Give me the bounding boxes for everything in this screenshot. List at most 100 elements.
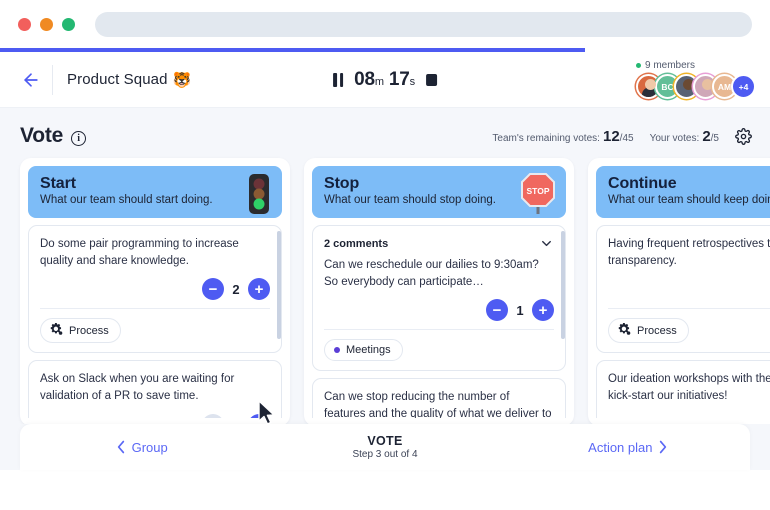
vote-controls: − + [608, 414, 770, 418]
vote-controls: − + [608, 278, 770, 300]
your-votes-value: 2 [702, 127, 711, 145]
minimize-window-icon[interactable] [40, 17, 53, 31]
column-title: Continue [608, 175, 677, 192]
traffic-light-icon [246, 172, 272, 221]
gears-glyph [618, 323, 631, 336]
current-step-title: VOTE [367, 434, 403, 448]
window-controls [18, 17, 75, 31]
project-title: Product Squad 🐯 [67, 71, 191, 89]
comments-header[interactable]: 2 comments [324, 236, 554, 251]
vote-meta: Team's remaining votes: 12/45 Your votes… [492, 128, 752, 145]
timer-seconds-unit: s [409, 75, 416, 88]
members-count-text: 9 members [645, 60, 696, 71]
next-step-button[interactable]: Action plan [507, 440, 750, 455]
decrease-vote-button[interactable]: − [202, 413, 224, 418]
tag-chip[interactable]: Process [40, 318, 121, 344]
tag-chip[interactable]: Process [608, 318, 689, 344]
decrease-vote-button[interactable]: − [202, 278, 224, 301]
stop-sign-glyph: STOP [521, 173, 555, 214]
vote-columns: Start What our team should start doing. [0, 158, 770, 426]
page-title: Vote [20, 124, 64, 147]
vote-count: 2 [232, 281, 240, 297]
pause-icon[interactable] [333, 72, 344, 87]
vote-card-text: Having frequent retrospectives to foster… [608, 238, 770, 267]
vote-card-text: Can we stop reducing the number of featu… [324, 391, 552, 418]
decrease-vote-button[interactable]: − [486, 299, 508, 322]
chevron-down-glyph [542, 240, 551, 247]
chevron-right-icon [660, 440, 667, 454]
address-bar[interactable] [95, 11, 752, 37]
vote-card-text: Do some pair programming to increase qua… [40, 238, 239, 267]
column-continue: Continue What our team should keep doing… [588, 158, 770, 426]
chevron-down-icon[interactable] [539, 236, 554, 251]
vote-card[interactable]: Our ideation workshops with the product … [596, 360, 770, 418]
page-header: Vote i Team's remaining votes: 12/45 You… [0, 108, 770, 158]
your-votes-label: Your votes: [649, 132, 700, 144]
footer-area: Group VOTE Step 3 out of 4 Action plan [0, 424, 770, 470]
vote-controls: − 2 + [40, 278, 270, 301]
traffic-light-glyph [249, 174, 269, 214]
tag-chip-label: Process [637, 324, 677, 337]
column-subtitle: What our team should keep doing. [608, 194, 770, 206]
current-step-subtitle: Step 3 out of 4 [352, 449, 418, 460]
app-window: Product Squad 🐯 08m 17s 9 members BC AM … [0, 0, 770, 510]
vote-card-text: Our ideation workshops with the product … [608, 373, 770, 403]
vote-card[interactable]: Having frequent retrospectives to foster… [596, 225, 770, 354]
arrow-left-icon [24, 72, 38, 87]
vote-card-text: Can we reschedule our dailies to 9:30am?… [324, 259, 539, 288]
tag-chip-label: Meetings [346, 344, 391, 357]
increase-vote-button[interactable]: + [248, 278, 270, 301]
close-window-icon[interactable] [18, 17, 31, 31]
tag-color-dot-icon [334, 347, 340, 354]
gear-icon [735, 127, 752, 145]
column-header: Stop What our team should stop doing. ST… [312, 166, 566, 218]
increase-vote-button[interactable]: + [532, 299, 554, 322]
maximize-window-icon[interactable] [62, 17, 75, 31]
team-remaining-votes-total: /45 [619, 132, 634, 144]
vote-card[interactable]: Do some pair programming to increase qua… [28, 225, 282, 354]
team-remaining-votes-value: 12 [602, 127, 620, 145]
column-cards[interactable]: 2 comments Can we reschedule our dailies… [312, 225, 566, 418]
browser-chrome [0, 0, 770, 48]
tag-chip[interactable]: Meetings [324, 339, 403, 362]
column-header: Continue What our team should keep doing… [596, 166, 770, 218]
vote-controls: − 1 + [324, 299, 554, 322]
next-step-label: Action plan [588, 439, 653, 455]
column-stop: Stop What our team should stop doing. ST… [304, 158, 574, 426]
column-cards[interactable]: Do some pair programming to increase qua… [28, 225, 282, 418]
avatar-overflow[interactable]: +4 [731, 74, 756, 99]
vote-count: 0 [232, 417, 240, 418]
stop-icon[interactable] [425, 73, 437, 86]
chevron-left-icon [117, 440, 124, 454]
svg-text:STOP: STOP [527, 186, 550, 196]
card-divider [324, 329, 554, 331]
project-title-text: Product Squad [67, 71, 168, 88]
vote-card-text: Ask on Slack when you are waiting for va… [40, 373, 235, 403]
app-header: Product Squad 🐯 08m 17s 9 members BC AM … [0, 52, 770, 108]
back-button[interactable] [14, 63, 48, 97]
column-scrollbar[interactable] [277, 231, 281, 339]
team-remaining-votes-label: Team's remaining votes: [492, 132, 600, 144]
tag-chip-label: Process [69, 324, 109, 337]
column-start: Start What our team should start doing. [20, 158, 290, 426]
settings-button[interactable] [735, 127, 752, 145]
timer-value: 08m 17s [354, 69, 415, 91]
column-cards[interactable]: Having frequent retrospectives to foster… [596, 225, 770, 418]
previous-step-label: Group [131, 439, 168, 455]
info-icon[interactable]: i [71, 130, 87, 146]
column-scrollbar[interactable] [561, 231, 565, 339]
page-body: Vote i Team's remaining votes: 12/45 You… [0, 108, 770, 426]
vote-controls: − 0 + [40, 413, 270, 418]
current-step: VOTE Step 3 out of 4 [263, 434, 506, 460]
previous-step-button[interactable]: Group [20, 440, 263, 455]
vote-card[interactable]: Ask on Slack when you are waiting for va… [28, 360, 282, 418]
mouse-cursor [258, 400, 275, 425]
timer-minutes-unit: m [374, 75, 384, 88]
gears-glyph [50, 323, 63, 336]
vote-count: 1 [516, 302, 524, 318]
vote-card[interactable]: 2 comments Can we reschedule our dailies… [312, 225, 566, 372]
online-status-dot-icon [636, 63, 641, 68]
your-votes: Your votes: 2/5 [650, 128, 719, 145]
vote-card[interactable]: Can we stop reducing the number of featu… [312, 378, 566, 418]
stop-sign-icon: STOP [520, 172, 556, 221]
